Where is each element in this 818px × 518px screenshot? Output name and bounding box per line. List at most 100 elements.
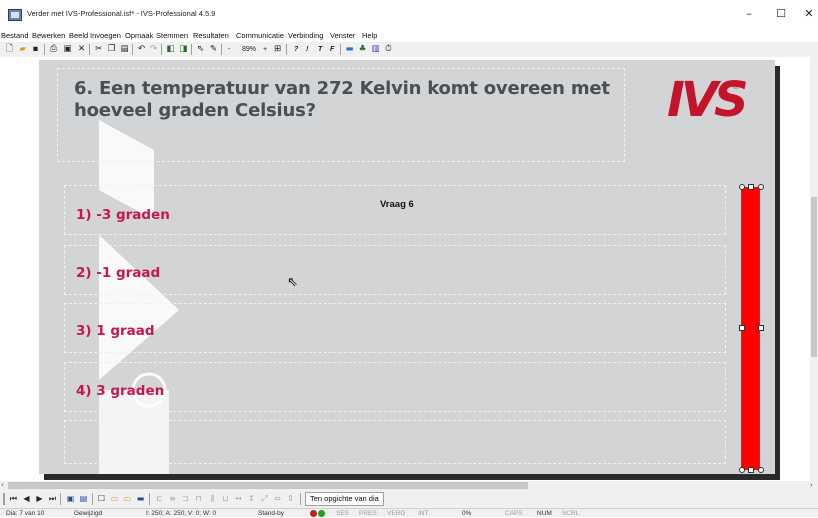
timer-icon[interactable]: ⏱ — [383, 44, 394, 55]
cut-icon[interactable]: ✂ — [93, 44, 104, 55]
same-height-icon[interactable]: ↕ — [246, 493, 257, 505]
toolbar-separator — [149, 493, 150, 505]
slide-canvas[interactable]: 6. Een temperatuur van 272 Kelvin komt o… — [39, 60, 775, 474]
menu-resultaten[interactable]: Resultaten — [193, 31, 229, 40]
next-slide-icon[interactable]: ▶ — [34, 493, 45, 505]
save-icon[interactable]: ▪ — [30, 44, 41, 55]
menu-bestand[interactable]: Bestand — [1, 31, 29, 40]
toolbar-separator — [92, 493, 93, 505]
undo-icon[interactable]: ↶ — [136, 44, 147, 55]
distribute-v-icon[interactable]: ⇕ — [285, 493, 296, 505]
window-title: Verder met IVS-Professional.isf* - IVS-P… — [27, 9, 216, 18]
main-toolbar: 🗋 ▰ ▪ ⎙ ▣ ✕ ✂ ❐ ▤ ↶ ↷ ◧ ◨ ⇖ ✎ - 89% + ⊞ … — [0, 42, 818, 57]
insert-slide-icon[interactable]: ▣ — [65, 493, 76, 505]
horizontal-scrollbar[interactable]: ‹ › — [0, 481, 818, 490]
menu-communicatie[interactable]: Communicatie — [236, 31, 284, 40]
previous-slide-icon[interactable]: ◀ — [21, 493, 32, 505]
zoom-in-button[interactable]: + — [263, 44, 267, 55]
layout-yellow-icon[interactable]: ▭ — [109, 493, 120, 505]
menu-stemmen[interactable]: Stemmen — [156, 31, 188, 40]
menu-bar: Bestand Bewerken Beeld Invoegen Opmaak S… — [0, 30, 818, 42]
first-slide-icon[interactable]: ⏮ — [8, 493, 19, 505]
delete-icon[interactable]: ✕ — [76, 44, 87, 55]
toolbar-separator — [44, 44, 45, 55]
paste-icon[interactable]: ▤ — [119, 44, 130, 55]
copy-icon[interactable]: ❐ — [106, 44, 117, 55]
toolbar-separator — [161, 44, 162, 55]
resize-handle[interactable] — [739, 325, 745, 331]
same-size-icon[interactable]: ⤢ — [259, 493, 270, 505]
menu-opmaak[interactable]: Opmaak — [125, 31, 153, 40]
vertical-scroll-thumb[interactable] — [811, 197, 817, 357]
close-button[interactable]: ✕ — [798, 6, 818, 22]
answer-1[interactable]: 1) -3 graden — [76, 207, 170, 223]
vertical-scrollbar[interactable] — [810, 57, 818, 481]
distribute-h-icon[interactable]: ⇔ — [272, 493, 283, 505]
align-middle-icon[interactable]: ⫼ — [207, 493, 218, 505]
scroll-left-icon[interactable]: ‹ — [1, 481, 4, 490]
layout-blank-icon[interactable]: ☐ — [96, 493, 107, 505]
slide-forward-icon[interactable]: ◨ — [178, 44, 189, 55]
app-window: Verder met IVS-Professional.isf* - IVS-P… — [0, 0, 818, 517]
background-icon[interactable]: ▬ — [344, 44, 355, 55]
fit-icon[interactable]: ⊞ — [272, 44, 283, 55]
zoom-level: 89% — [242, 46, 257, 53]
menu-venster[interactable]: Venster — [330, 31, 355, 40]
overview-button[interactable]: Ten opgichte van dia — [305, 492, 384, 506]
answer-frame — [64, 245, 726, 295]
answer-frame — [64, 303, 726, 353]
align-left-icon[interactable]: ⊏ — [154, 493, 165, 505]
menu-verbinding[interactable]: Verbinding — [288, 31, 323, 40]
align-bottom-icon[interactable]: ⊔ — [220, 493, 231, 505]
resize-handle[interactable] — [758, 325, 764, 331]
horizontal-scroll-thumb[interactable] — [8, 482, 528, 489]
resize-handle[interactable] — [739, 467, 745, 473]
answer-3[interactable]: 3) 1 graad — [76, 323, 155, 339]
align-right-icon[interactable]: ⊐ — [180, 493, 191, 505]
pen-icon[interactable]: ✎ — [208, 44, 219, 55]
vraag-label[interactable]: Vraag 6 — [380, 199, 414, 210]
toolbar-separator — [286, 44, 287, 55]
maximize-button[interactable]: ☐ — [770, 6, 792, 22]
menu-bewerken[interactable]: Bewerken — [32, 31, 65, 40]
title-bar: Verder met IVS-Professional.isf* - IVS-P… — [0, 0, 818, 30]
duplicate-slide-icon[interactable]: ▤ — [78, 493, 89, 505]
scroll-right-icon[interactable]: › — [810, 481, 813, 490]
layout-yellow-2-icon[interactable]: ▭ — [122, 493, 133, 505]
resize-handle[interactable] — [748, 184, 754, 190]
align-top-icon[interactable]: ⊓ — [193, 493, 204, 505]
resize-handle[interactable] — [758, 184, 764, 190]
question-mark-button[interactable]: ? — [294, 44, 298, 55]
resize-handle[interactable] — [739, 184, 745, 190]
properties-icon[interactable]: ▣ — [62, 44, 73, 55]
question-text[interactable]: 6. Een temperatuur van 272 Kelvin komt o… — [74, 78, 614, 122]
zoom-out-button[interactable]: - — [228, 44, 230, 55]
align-center-icon[interactable]: ≡ — [167, 493, 178, 505]
print-icon[interactable]: ⎙ — [48, 44, 59, 55]
exclamation-button[interactable]: ! — [306, 44, 308, 55]
true-button[interactable]: T — [318, 44, 322, 55]
slide-back-icon[interactable]: ◧ — [165, 44, 176, 55]
toolbar-grip — [3, 493, 5, 505]
minimize-button[interactable]: – — [738, 6, 760, 22]
open-folder-icon[interactable]: ▰ — [17, 44, 28, 55]
toolbar-separator — [221, 44, 222, 55]
people-icon[interactable]: ♣ — [357, 44, 368, 55]
menu-help[interactable]: Help — [362, 31, 377, 40]
same-width-icon[interactable]: ↔ — [233, 493, 244, 505]
resize-handle[interactable] — [758, 467, 764, 473]
new-file-icon[interactable]: 🗋 — [4, 44, 15, 55]
pointer-icon[interactable]: ⇖ — [195, 44, 206, 55]
redo-icon[interactable]: ↷ — [148, 44, 159, 55]
mouse-cursor-icon: ⇖ — [287, 275, 298, 290]
menu-invoegen[interactable]: Invoegen — [90, 31, 121, 40]
last-slide-icon[interactable]: ⏭ — [47, 493, 58, 505]
answer-2[interactable]: 2) -1 graad — [76, 265, 160, 281]
layout-blue-icon[interactable]: ▬ — [135, 493, 146, 505]
answer-4[interactable]: 4) 3 graden — [76, 383, 164, 399]
logo-registered-mark: ® — [733, 82, 739, 91]
menu-beeld[interactable]: Beeld — [69, 31, 88, 40]
false-button[interactable]: F — [330, 44, 334, 55]
chart-icon[interactable]: ▥ — [370, 44, 381, 55]
resize-handle[interactable] — [748, 467, 754, 473]
